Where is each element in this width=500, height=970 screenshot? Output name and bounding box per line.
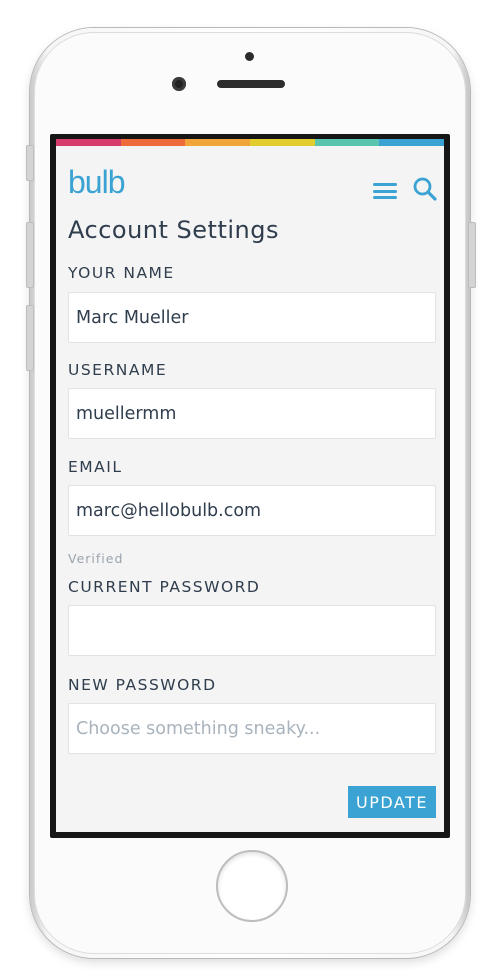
earpiece-speaker	[217, 80, 285, 88]
search-icon[interactable]	[412, 176, 438, 202]
rainbow-segment	[314, 139, 380, 146]
rainbow-segment	[120, 139, 186, 146]
proximity-sensor	[245, 52, 254, 61]
current-password-input[interactable]	[68, 605, 436, 656]
new-password-label: NEW PASSWORD	[68, 676, 217, 694]
home-button[interactable]	[216, 850, 288, 922]
menu-line	[373, 183, 397, 186]
front-camera	[172, 77, 186, 91]
bulb-logo[interactable]: bulb	[68, 164, 125, 201]
rainbow-segment	[56, 139, 121, 146]
menu-line	[373, 189, 397, 193]
email-label: EMAIL	[68, 458, 123, 476]
your-name-input[interactable]	[68, 292, 436, 343]
email-input[interactable]	[68, 485, 436, 536]
volume-up-button	[26, 222, 34, 288]
phone-screen: bulb Account Settings YOUR NAME USERNAME…	[50, 134, 450, 838]
new-password-input[interactable]	[68, 703, 436, 754]
mute-switch	[26, 145, 34, 181]
rainbow-segment	[379, 139, 444, 146]
power-button	[468, 222, 476, 288]
menu-line	[373, 196, 397, 199]
rainbow-segment	[250, 139, 315, 146]
update-button[interactable]: UPDATE	[348, 786, 436, 818]
app-display: bulb Account Settings YOUR NAME USERNAME…	[56, 139, 444, 832]
email-verified-status: Verified	[68, 551, 124, 566]
volume-down-button	[26, 305, 34, 371]
hamburger-menu-icon[interactable]	[373, 183, 397, 199]
your-name-label: YOUR NAME	[68, 264, 175, 282]
username-input[interactable]	[68, 388, 436, 439]
rainbow-bar	[56, 139, 444, 146]
page-title: Account Settings	[68, 216, 279, 244]
rainbow-segment	[185, 139, 251, 146]
username-label: USERNAME	[68, 361, 168, 379]
current-password-label: CURRENT PASSWORD	[68, 578, 261, 596]
